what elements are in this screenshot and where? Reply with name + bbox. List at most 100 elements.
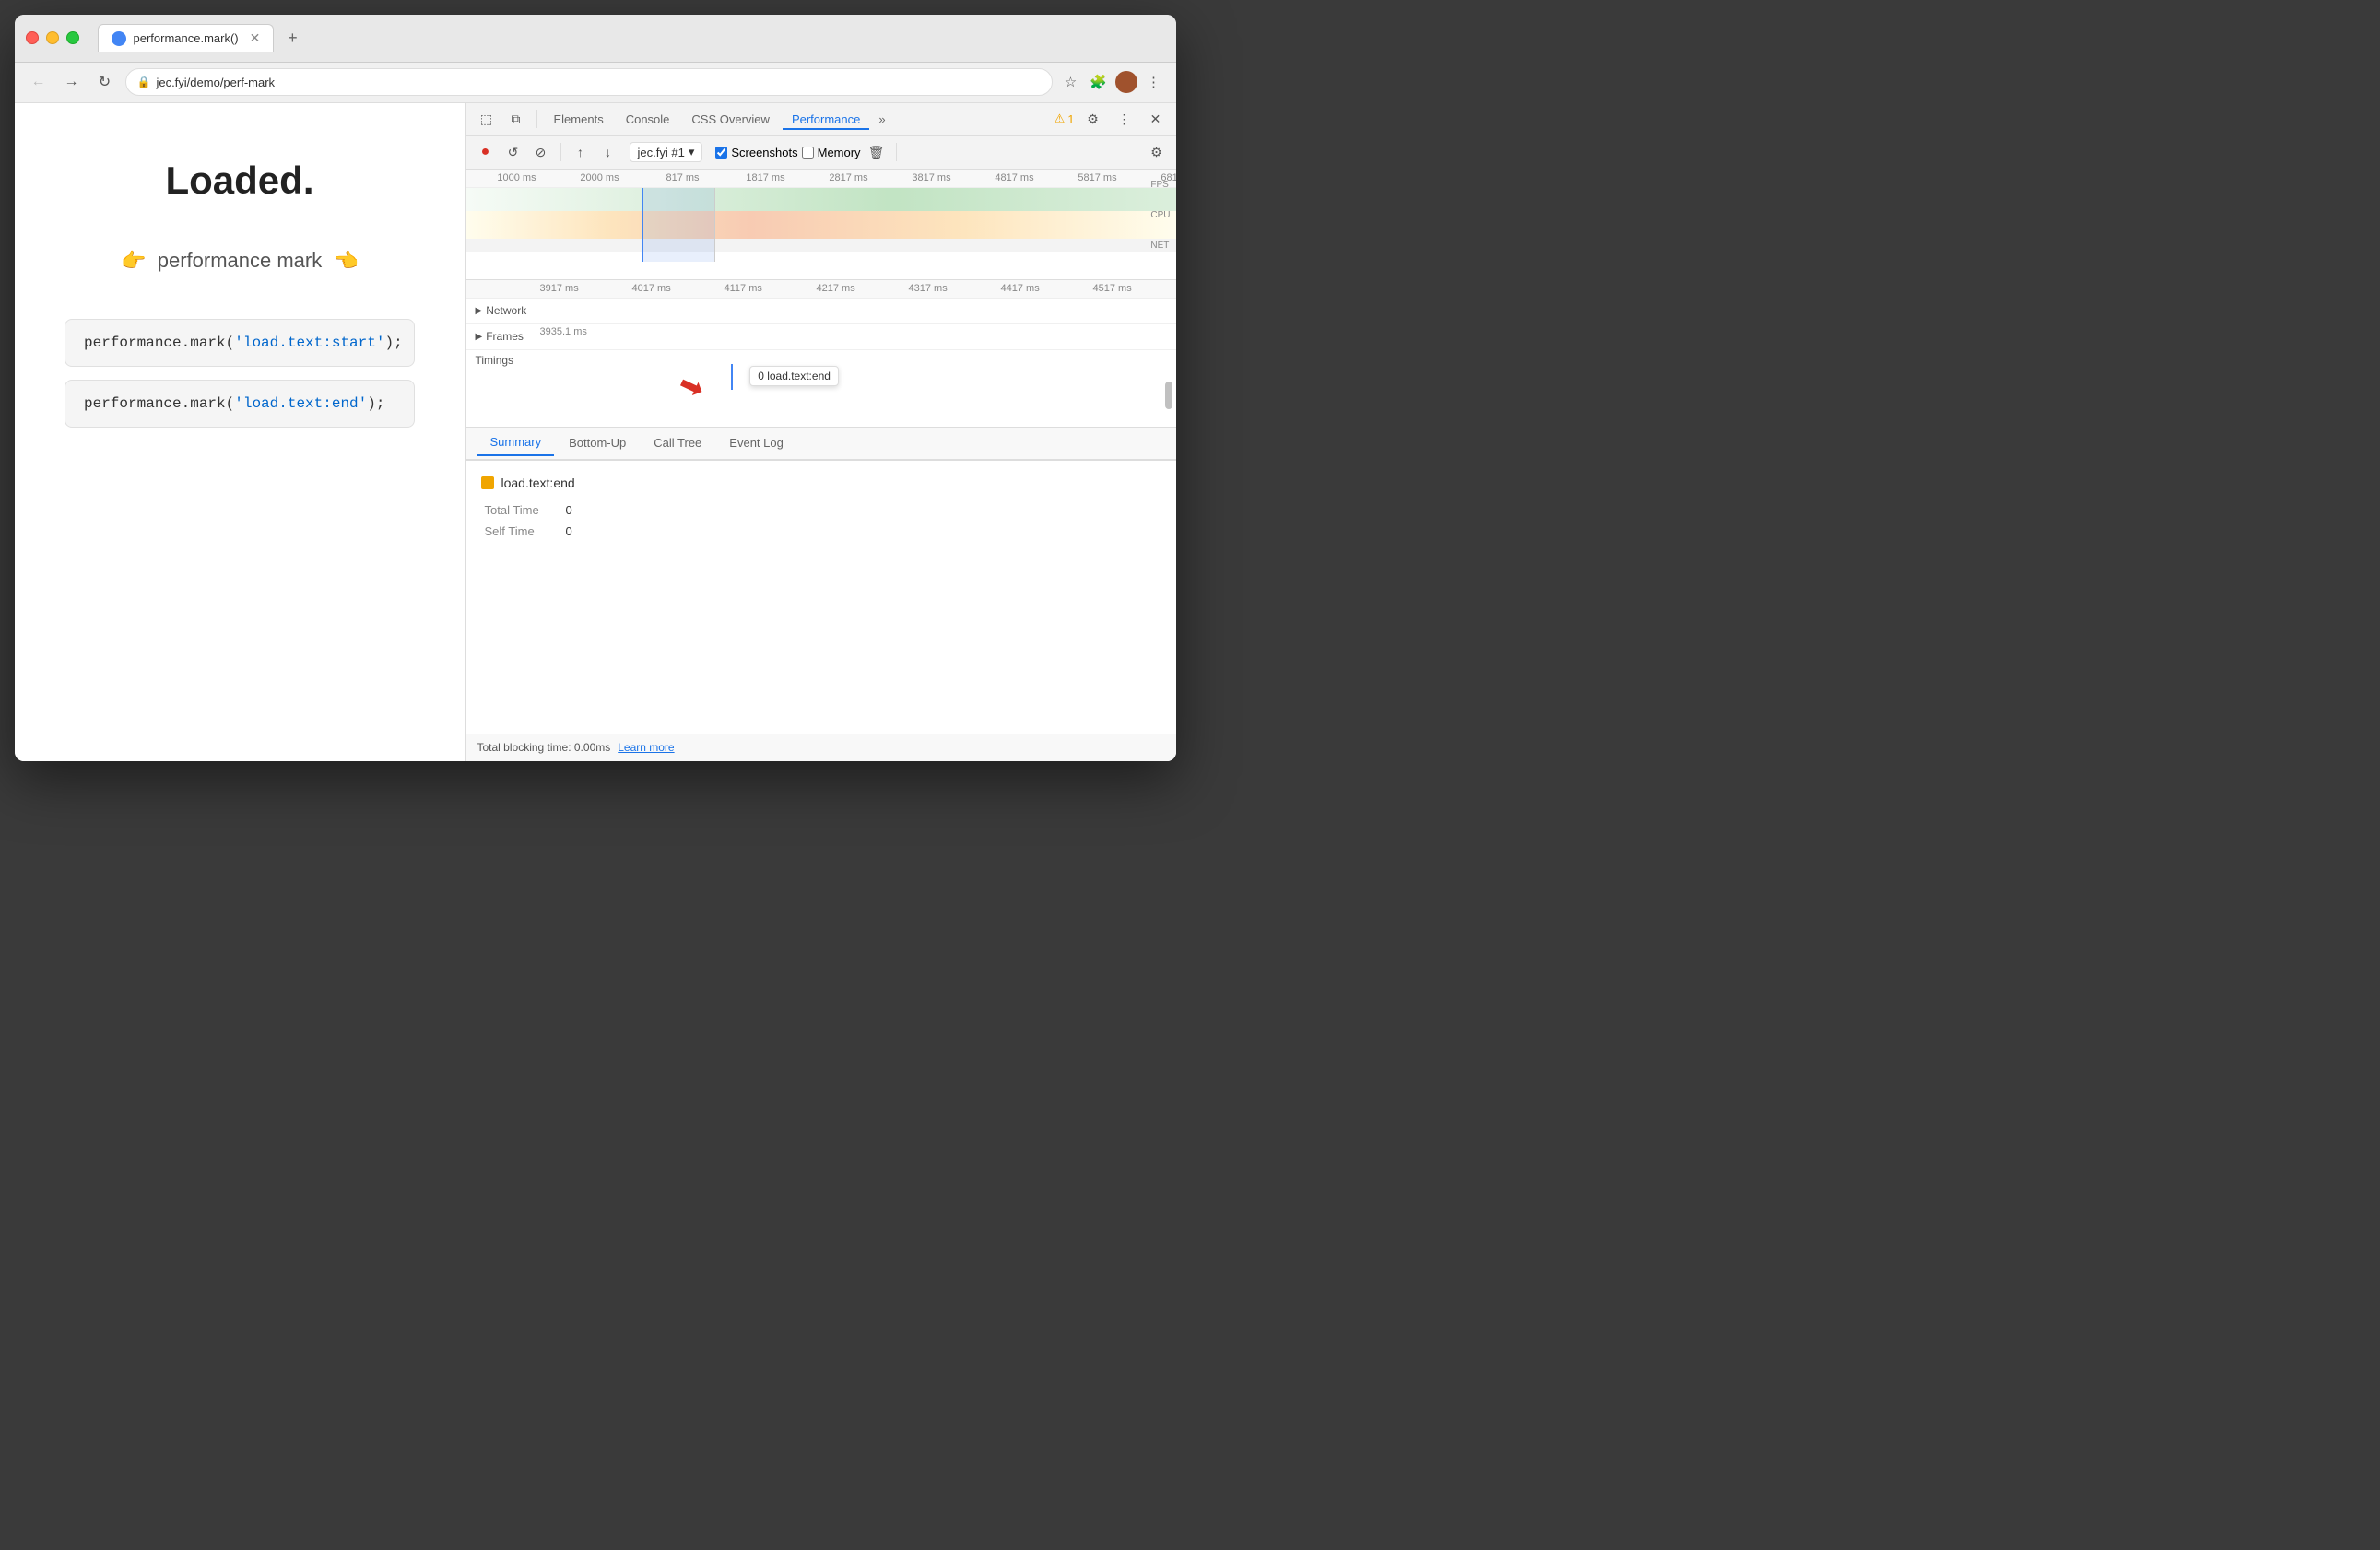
bottom-tabs: Summary Bottom-Up Call Tree Event Log bbox=[466, 428, 1176, 461]
timeline-overview-labels: 1000 ms 2000 ms 817 ms 1817 ms 2817 ms 3… bbox=[466, 170, 1176, 188]
close-window-button[interactable] bbox=[26, 31, 39, 44]
tab-more-button[interactable]: » bbox=[873, 109, 890, 130]
time-label-1817: 1817 ms bbox=[725, 172, 807, 183]
main-content: Loaded. 👉 performance mark 👈 performance… bbox=[15, 103, 1176, 761]
tab-event-log[interactable]: Event Log bbox=[716, 430, 796, 455]
memory-checkbox[interactable] bbox=[802, 147, 814, 159]
screenshots-checkbox[interactable] bbox=[715, 147, 727, 159]
cpu-band bbox=[466, 211, 1176, 239]
tabs-area: performance.mark() ✕ + bbox=[98, 24, 1165, 52]
screenshots-checkbox-container[interactable]: Screenshots bbox=[715, 146, 797, 159]
profile-avatar[interactable] bbox=[1115, 71, 1137, 93]
detail-timeline: 3917 ms 4017 ms 4117 ms 4217 ms 4317 ms … bbox=[466, 280, 1176, 428]
timings-row-content: ➡ 0 load.text:end bbox=[540, 364, 1176, 390]
self-time-value: 0 bbox=[566, 524, 572, 538]
network-label: Network bbox=[486, 304, 526, 317]
detail-time-3917: 3917 ms bbox=[540, 283, 632, 294]
cpu-label: CPU bbox=[1150, 210, 1170, 220]
inspect-element-button[interactable]: ⬚ bbox=[474, 106, 500, 132]
tab-bottom-up[interactable]: Bottom-Up bbox=[556, 430, 639, 455]
frames-row: ▶ Frames 3935.1 ms bbox=[466, 324, 1176, 350]
code-block-1: performance.mark('load.text:start'); bbox=[65, 319, 415, 367]
detail-time-4217: 4217 ms bbox=[817, 283, 909, 294]
timing-marker bbox=[731, 364, 733, 390]
performance-toolbar: ● ↺ ⊘ ↑ ↓ jec.fyi #1 ▾ Screenshots Memor… bbox=[466, 136, 1176, 170]
time-label-4817: 4817 ms bbox=[973, 172, 1056, 183]
tab-css-overview[interactable]: CSS Overview bbox=[682, 109, 779, 130]
timeline-right-labels: FPS CPU NET bbox=[1150, 170, 1170, 262]
address-right-icons: ☆ 🧩 ⋮ bbox=[1060, 71, 1165, 93]
tab-console[interactable]: Console bbox=[617, 109, 679, 130]
frames-value: 3935.1 ms bbox=[540, 326, 587, 337]
self-time-row: Self Time 0 bbox=[481, 524, 1161, 538]
frames-row-content: 3935.1 ms bbox=[540, 324, 1176, 349]
detail-time-4017: 4017 ms bbox=[632, 283, 725, 294]
network-expand-arrow[interactable]: ▶ bbox=[476, 306, 483, 316]
refresh-button[interactable]: ↻ bbox=[92, 69, 118, 95]
learn-more-link[interactable]: Learn more bbox=[618, 741, 674, 754]
minimize-window-button[interactable] bbox=[46, 31, 59, 44]
perf-mark-section: 👉 performance mark 👈 bbox=[121, 249, 359, 291]
timeline-selection[interactable] bbox=[642, 188, 715, 262]
red-arrow-annotation: ➡ bbox=[674, 365, 711, 407]
perf-separator-1 bbox=[560, 143, 561, 161]
bookmark-icon[interactable]: ☆ bbox=[1060, 71, 1082, 93]
tab-elements[interactable]: Elements bbox=[545, 109, 613, 130]
chrome-menu-icon[interactable]: ⋮ bbox=[1143, 71, 1165, 93]
tab-close-button[interactable]: ✕ bbox=[250, 30, 261, 46]
back-button[interactable]: ← bbox=[26, 69, 52, 95]
detail-time-4117: 4117 ms bbox=[725, 283, 817, 294]
url-bar[interactable]: 🔒 jec.fyi/demo/perf-mark bbox=[125, 68, 1053, 96]
scrollbar-thumb[interactable] bbox=[1165, 382, 1172, 409]
lock-icon: 🔒 bbox=[137, 76, 151, 88]
detail-time-4317: 4317 ms bbox=[909, 283, 1001, 294]
warning-badge[interactable]: ⚠ 1 bbox=[1055, 112, 1075, 126]
detail-time-labels: 3917 ms 4017 ms 4117 ms 4217 ms 4317 ms … bbox=[466, 280, 1176, 299]
tab-call-tree[interactable]: Call Tree bbox=[641, 430, 714, 455]
code-fn-2: performance.mark( bbox=[84, 395, 234, 412]
frames-row-label: ▶ Frames bbox=[466, 330, 540, 343]
perf-separator-2 bbox=[896, 143, 897, 161]
forward-button[interactable]: → bbox=[59, 69, 85, 95]
timeline-scrollbar[interactable] bbox=[1165, 326, 1172, 428]
new-tab-button[interactable]: + bbox=[279, 25, 305, 51]
fps-label: FPS bbox=[1150, 180, 1170, 190]
profile-dropdown-arrow: ▾ bbox=[689, 145, 695, 159]
memory-checkbox-container[interactable]: Memory bbox=[802, 146, 861, 159]
devtools-close-button[interactable]: ✕ bbox=[1143, 106, 1169, 132]
net-band bbox=[466, 239, 1176, 252]
perf-mark-label: 👉 performance mark 👈 bbox=[121, 249, 359, 273]
frames-expand-arrow[interactable]: ▶ bbox=[476, 332, 483, 342]
summary-item-icon bbox=[481, 476, 494, 489]
delete-profile-button[interactable]: 🗑 bbox=[865, 140, 889, 164]
overview-timeline: 1000 ms 2000 ms 817 ms 1817 ms 2817 ms 3… bbox=[466, 170, 1176, 280]
code-end-1: ); bbox=[384, 335, 402, 351]
profile-selector[interactable]: jec.fyi #1 ▾ bbox=[630, 142, 703, 162]
time-label-1000: 1000 ms bbox=[476, 172, 559, 183]
code-end-2: ); bbox=[367, 395, 384, 412]
import-profile-button[interactable]: ↑ bbox=[569, 140, 593, 164]
devtools-more-button[interactable]: ⋮ bbox=[1112, 106, 1137, 132]
devtools-settings-button[interactable]: ⚙ bbox=[1080, 106, 1106, 132]
browser-tab[interactable]: performance.mark() ✕ bbox=[98, 24, 275, 52]
timeline-bands bbox=[466, 188, 1176, 262]
fps-band bbox=[466, 188, 1176, 211]
device-toolbar-button[interactable]: ⧉ bbox=[503, 106, 529, 132]
clear-profile-button[interactable]: ⊘ bbox=[529, 140, 553, 164]
export-profile-button[interactable]: ↓ bbox=[596, 140, 620, 164]
time-label-817: 817 ms bbox=[642, 172, 725, 183]
memory-label: Memory bbox=[818, 146, 861, 159]
tab-summary[interactable]: Summary bbox=[477, 429, 555, 456]
record-button[interactable]: ● bbox=[474, 140, 498, 164]
url-text: jec.fyi/demo/perf-mark bbox=[156, 76, 275, 89]
performance-settings-button[interactable]: ⚙ bbox=[1145, 140, 1169, 164]
total-time-label: Total Time bbox=[485, 503, 559, 517]
tab-performance[interactable]: Performance bbox=[783, 109, 869, 130]
maximize-window-button[interactable] bbox=[66, 31, 79, 44]
reload-profile-button[interactable]: ↺ bbox=[501, 140, 525, 164]
tooltip-text: 0 load.text:end bbox=[758, 370, 831, 382]
summary-item-title: load.text:end bbox=[481, 476, 1161, 490]
detail-time-4517: 4517 ms bbox=[1093, 283, 1176, 294]
status-bar: Total blocking time: 0.00ms Learn more bbox=[466, 734, 1176, 761]
extensions-icon[interactable]: 🧩 bbox=[1088, 71, 1110, 93]
